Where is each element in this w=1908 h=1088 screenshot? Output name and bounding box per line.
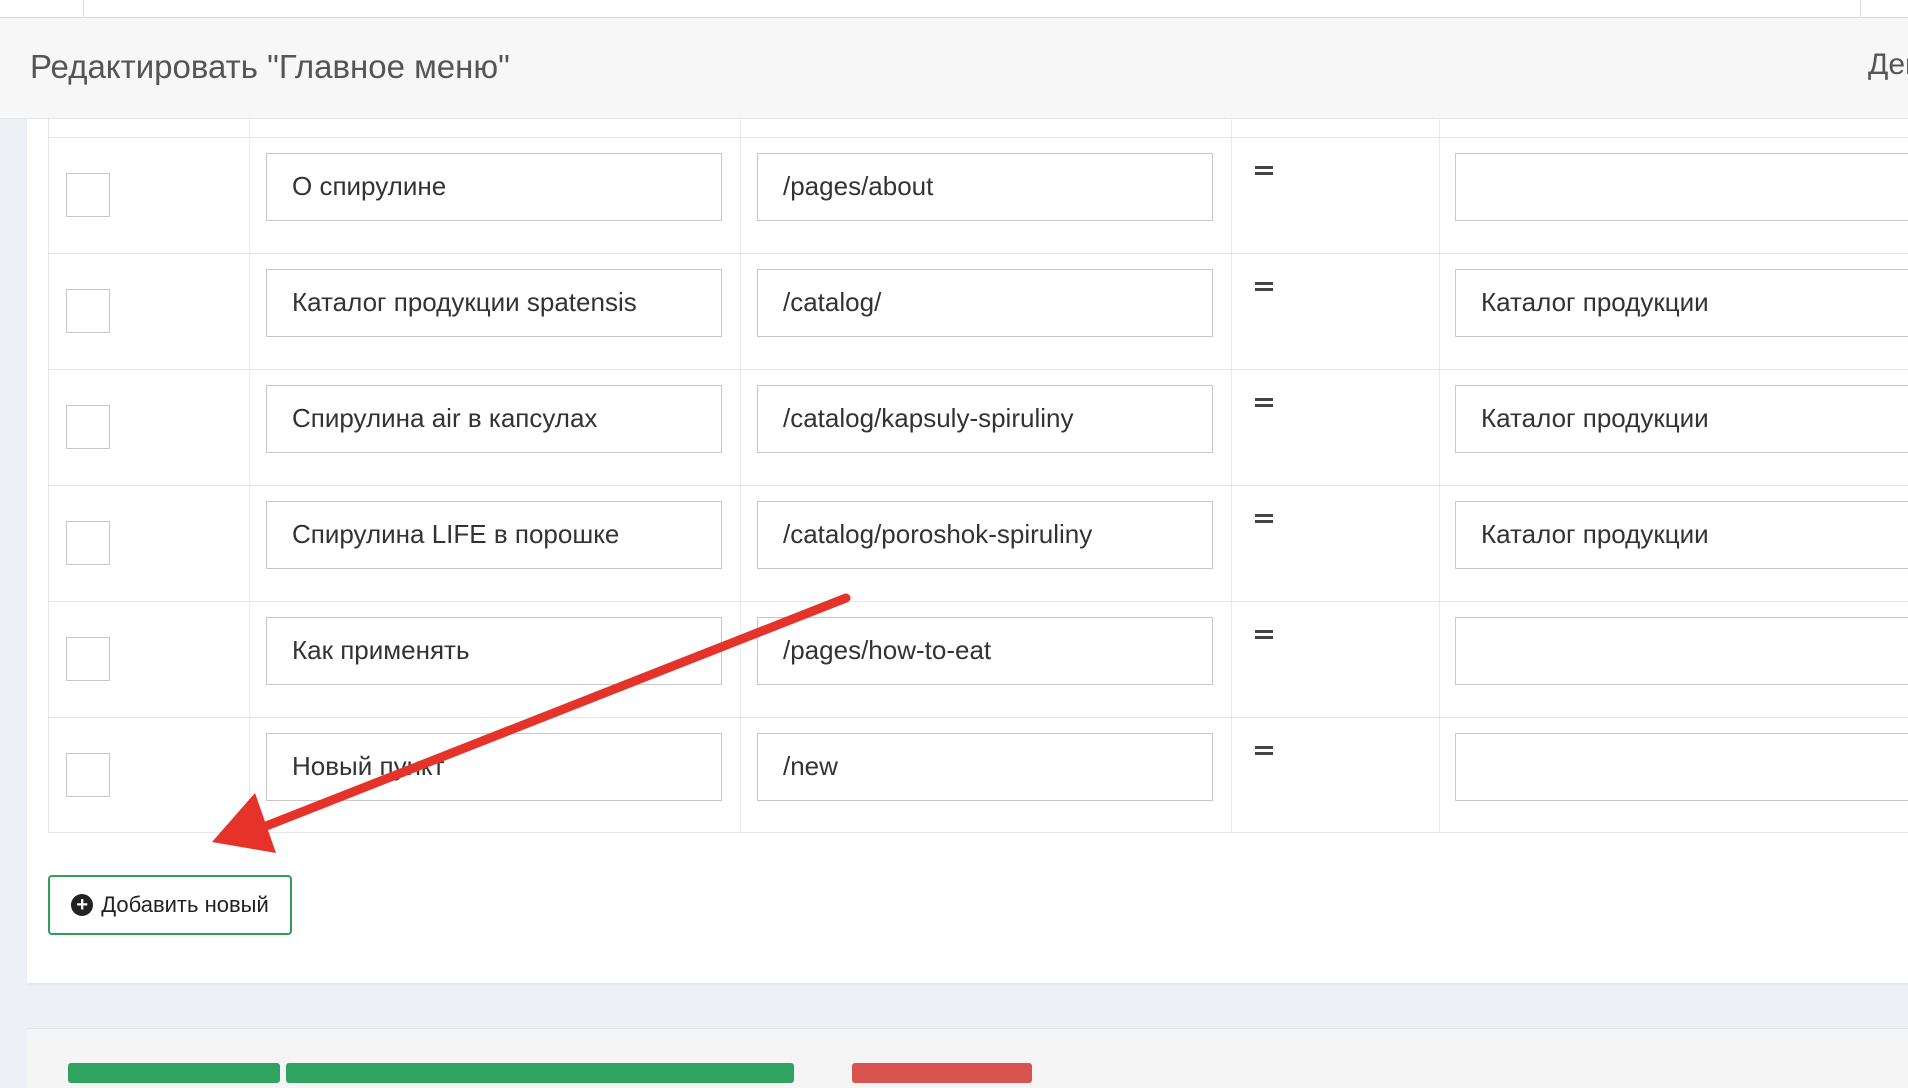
table-row: Каталог продукции spatensis /catalog/ Ка…	[49, 253, 1908, 370]
table-row: Спирулина LIFE в порошке /catalog/porosh…	[49, 485, 1908, 602]
delete-button[interactable]	[852, 1063, 1032, 1083]
url-input[interactable]: /new	[757, 733, 1213, 801]
strip-divider	[1860, 0, 1861, 18]
page-title: Редактировать "Главное меню"	[30, 48, 510, 85]
row-select-checkbox[interactable]	[66, 753, 110, 797]
add-new-button[interactable]: + Добавить новый	[48, 875, 292, 935]
parent-select[interactable]: Каталог продукции	[1455, 385, 1908, 453]
top-strip	[0, 0, 1908, 18]
row-select-checkbox[interactable]	[66, 521, 110, 565]
save-button[interactable]	[68, 1063, 280, 1083]
title-input[interactable]: О спирулине	[266, 153, 722, 221]
url-input[interactable]: /catalog/	[757, 269, 1213, 337]
parent-select[interactable]: Каталог продукции	[1455, 501, 1908, 569]
drag-handle-icon[interactable]	[1255, 630, 1275, 640]
menu-items-table: О спирулине /pages/about Каталог продукц…	[48, 119, 1908, 833]
save-and-continue-button[interactable]	[286, 1063, 794, 1083]
title-input[interactable]: Новый пункт	[266, 733, 722, 801]
drag-handle-icon[interactable]	[1255, 514, 1275, 524]
row-select-checkbox[interactable]	[66, 289, 110, 333]
url-input[interactable]: /pages/how-to-eat	[757, 617, 1213, 685]
page-header: Редактировать "Главное меню" Дей	[0, 18, 1908, 119]
drag-handle-icon[interactable]	[1255, 282, 1275, 292]
title-input[interactable]: Как применять	[266, 617, 722, 685]
row-select-checkbox[interactable]	[66, 173, 110, 217]
url-input[interactable]: /catalog/kapsuly-spiruliny	[757, 385, 1213, 453]
title-input[interactable]: Спирулина air в капсулах	[266, 385, 722, 453]
actions-menu-label[interactable]: Дей	[1868, 48, 1908, 82]
row-select-checkbox[interactable]	[66, 405, 110, 449]
table-row: Новый пункт /new	[49, 717, 1908, 834]
table-row: Спирулина air в капсулах /catalog/kapsul…	[49, 369, 1908, 486]
title-input[interactable]: Спирулина LIFE в порошке	[266, 501, 722, 569]
parent-select[interactable]	[1455, 617, 1908, 685]
title-input[interactable]: Каталог продукции spatensis	[266, 269, 722, 337]
drag-handle-icon[interactable]	[1255, 398, 1275, 408]
row-select-checkbox[interactable]	[66, 637, 110, 681]
table-row: Как применять /pages/how-to-eat	[49, 601, 1908, 718]
parent-select[interactable]: Каталог продукции	[1455, 269, 1908, 337]
table-row: О спирулине /pages/about	[49, 137, 1908, 254]
add-new-label: Добавить новый	[101, 892, 269, 917]
plus-circle-icon: +	[71, 894, 94, 916]
parent-select[interactable]	[1455, 153, 1908, 221]
drag-handle-icon[interactable]	[1255, 746, 1275, 756]
url-input[interactable]: /catalog/poroshok-spiruliny	[757, 501, 1213, 569]
strip-divider	[83, 0, 84, 18]
url-input[interactable]: /pages/about	[757, 153, 1213, 221]
parent-select[interactable]	[1455, 733, 1908, 801]
drag-handle-icon[interactable]	[1255, 166, 1275, 176]
